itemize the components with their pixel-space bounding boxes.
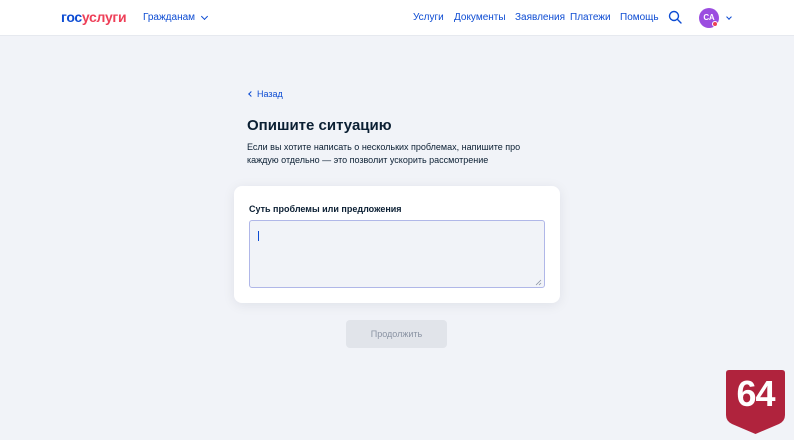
logo-part-uslugi: услуги: [81, 9, 127, 25]
nav-item-services[interactable]: Услуги: [413, 12, 444, 23]
page-title: Опишите ситуацию: [247, 117, 392, 134]
back-link[interactable]: Назад: [248, 89, 283, 99]
back-link-label: Назад: [257, 89, 283, 99]
role-selector-label: Гражданам: [143, 12, 196, 23]
chevron-down-icon: [200, 12, 209, 20]
gosuslugi-logo[interactable]: госуслуги: [61, 9, 127, 25]
nav-item-help[interactable]: Помощь: [620, 12, 659, 23]
text-cursor: [258, 231, 259, 241]
resize-grip-icon[interactable]: [534, 278, 542, 286]
continue-button[interactable]: Продолжить: [346, 320, 447, 348]
chevron-left-icon: [248, 91, 254, 97]
badge-label: 64: [736, 373, 775, 414]
logo-part-gos: гос: [61, 9, 82, 25]
nav-item-documents[interactable]: Документы: [454, 12, 506, 23]
top-header: госуслуги Гражданам Услуги Документы Зая…: [0, 0, 794, 36]
problem-field-label: Суть проблемы или предложения: [249, 204, 402, 214]
nav-item-payments[interactable]: Платежи: [570, 12, 611, 23]
profile-chevron-down-icon[interactable]: [726, 14, 732, 20]
role-selector[interactable]: Гражданам: [143, 12, 209, 23]
problem-description-textarea[interactable]: [249, 220, 545, 288]
nav-item-applications[interactable]: Заявления: [515, 12, 565, 23]
search-icon[interactable]: [668, 10, 682, 24]
page-description: Если вы хотите написать о нескольких про…: [247, 142, 521, 165]
problem-card: Суть проблемы или предложения: [234, 186, 560, 303]
notification-dot: [712, 21, 718, 27]
